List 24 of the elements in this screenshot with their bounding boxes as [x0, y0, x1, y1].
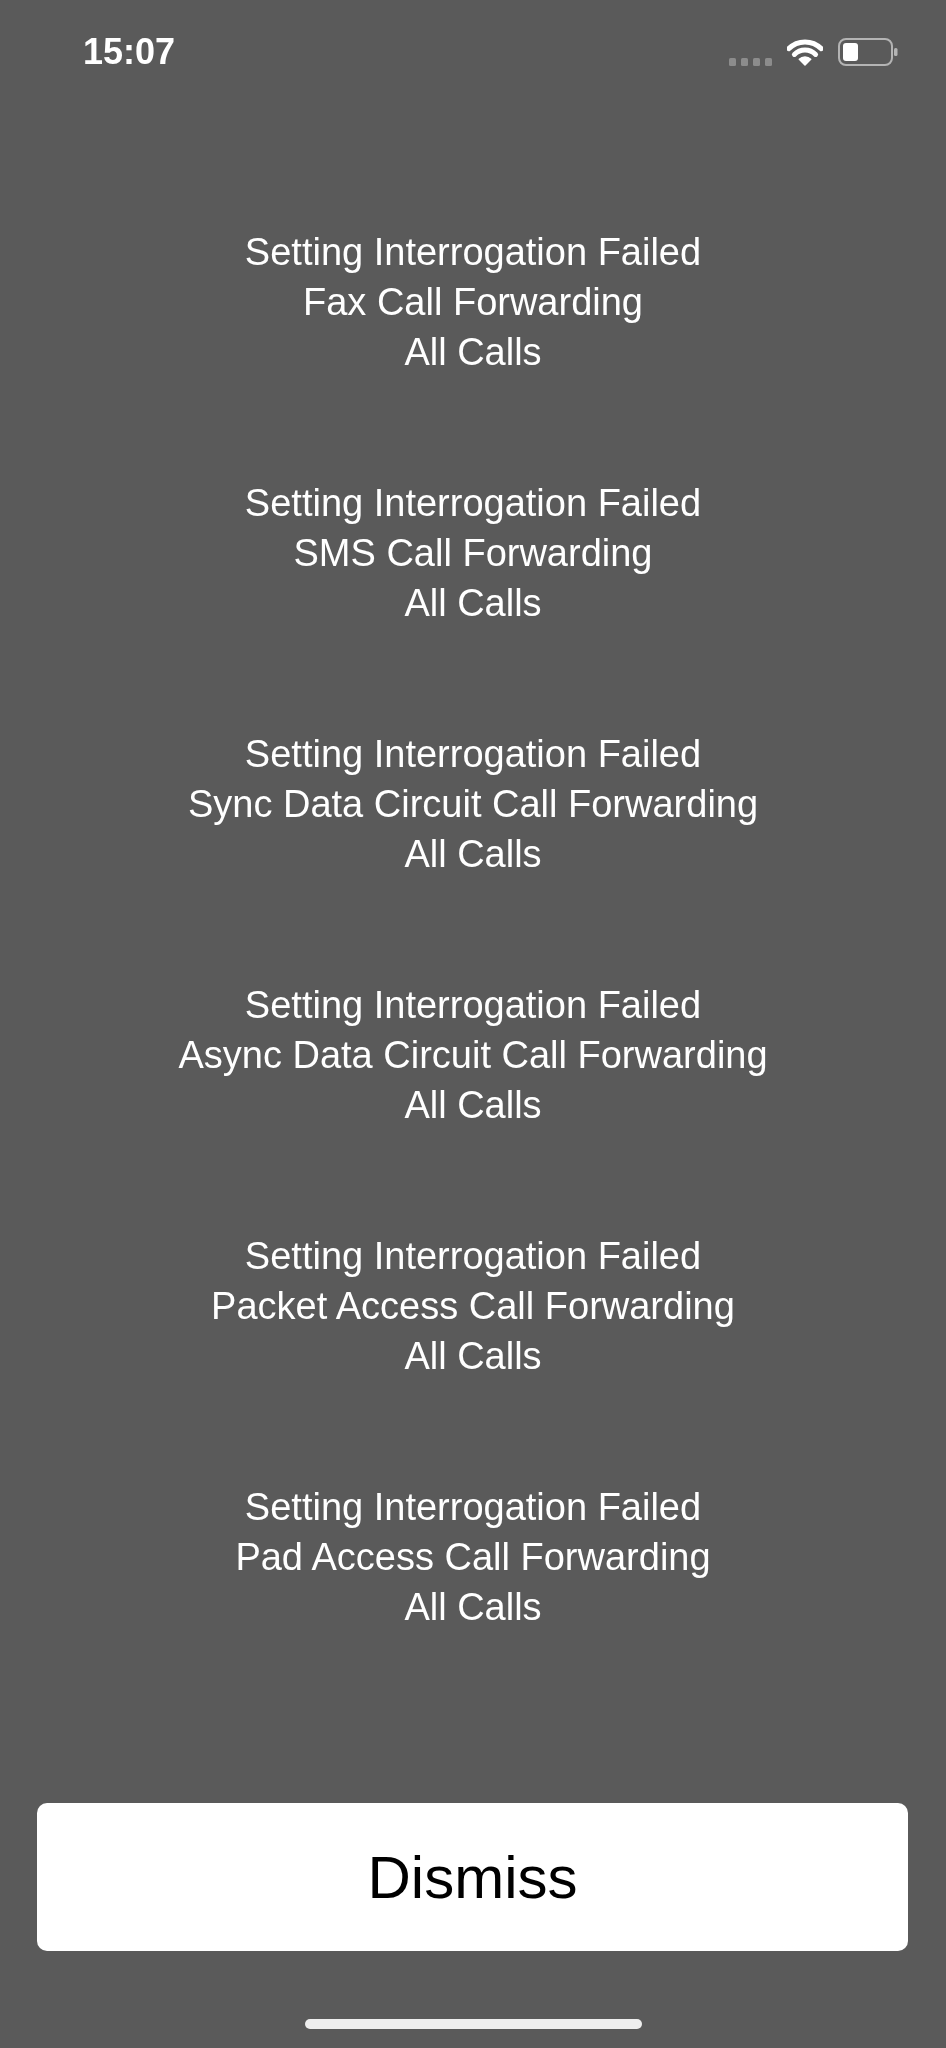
- error-title: Setting Interrogation Failed: [244, 1234, 702, 1279]
- dismiss-button[interactable]: Dismiss: [37, 1803, 908, 1951]
- battery-icon: [838, 38, 898, 66]
- error-title: Setting Interrogation Failed: [244, 983, 702, 1028]
- error-title: Setting Interrogation Failed: [244, 732, 702, 777]
- service-name: Packet Access Call Forwarding: [211, 1284, 735, 1329]
- service-name: Async Data Circuit Call Forwarding: [178, 1033, 768, 1078]
- status-time: 15:07: [83, 31, 176, 73]
- service-name: Pad Access Call Forwarding: [235, 1535, 711, 1580]
- condition-text: All Calls: [404, 581, 542, 626]
- wifi-icon: [787, 38, 823, 66]
- signal-icon: [729, 58, 772, 66]
- condition-text: All Calls: [404, 330, 542, 375]
- condition-text: All Calls: [404, 1334, 542, 1379]
- error-title: Setting Interrogation Failed: [244, 1485, 702, 1530]
- service-name: Sync Data Circuit Call Forwarding: [187, 782, 759, 827]
- error-title: Setting Interrogation Failed: [244, 481, 702, 526]
- service-name: Fax Call Forwarding: [303, 280, 643, 325]
- service-name: SMS Call Forwarding: [293, 531, 653, 576]
- condition-text: All Calls: [404, 1585, 542, 1630]
- home-indicator[interactable]: [304, 2019, 642, 2029]
- condition-text: All Calls: [404, 1083, 542, 1128]
- condition-text: All Calls: [404, 832, 542, 877]
- error-title: Setting Interrogation Failed: [244, 230, 702, 275]
